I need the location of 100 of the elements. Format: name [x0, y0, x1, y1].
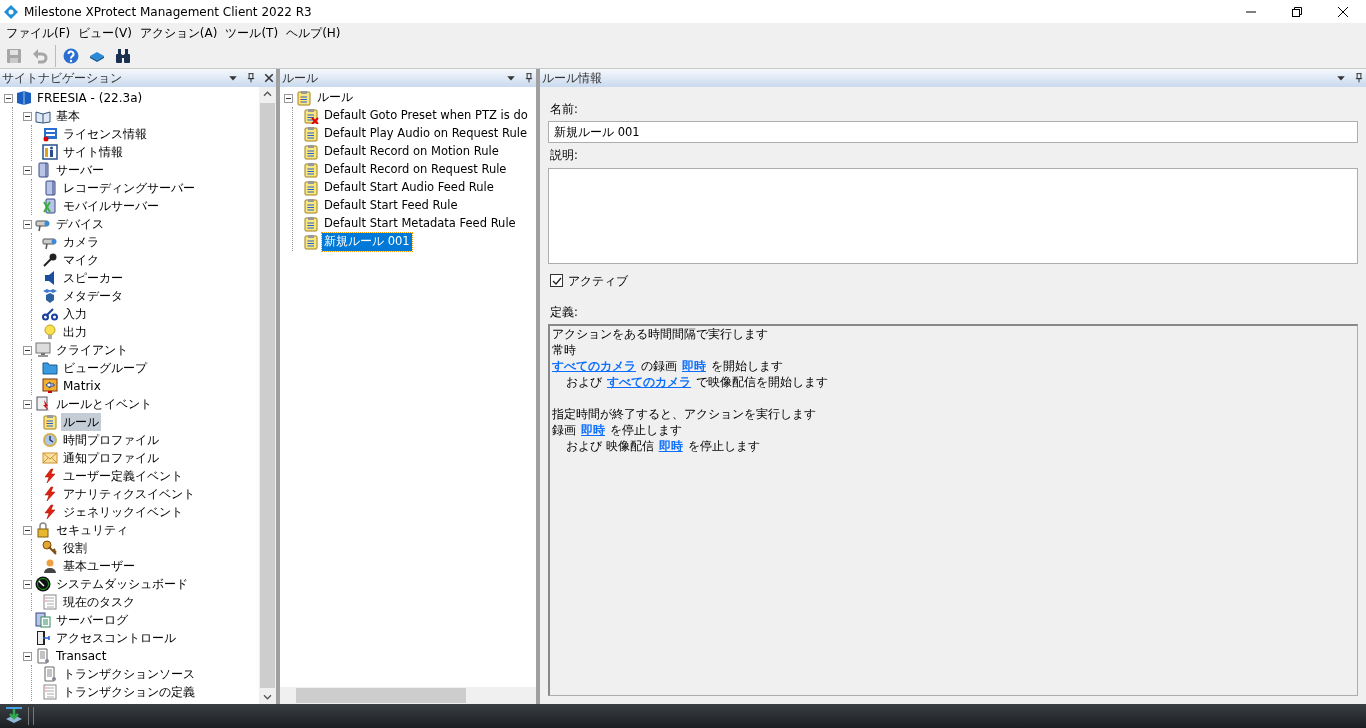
- definition-text: 指定時間が終了すると、アクションを実行します: [552, 406, 816, 424]
- tree-item[interactable]: Default Record on Request Rule: [322, 161, 509, 179]
- tree-item[interactable]: FREESIA - (22.3a): [35, 89, 145, 107]
- definition-link[interactable]: すべてのカメラ: [607, 374, 691, 392]
- tree-item[interactable]: トランザクションソース: [61, 665, 197, 683]
- folder-icon: [42, 360, 58, 376]
- app-logo-icon: [4, 4, 18, 19]
- pin-icon: [524, 73, 534, 83]
- restore-icon: [1292, 6, 1302, 17]
- tree-item[interactable]: Default Start Feed Rule: [322, 197, 460, 215]
- tree-item[interactable]: サーバー: [54, 161, 106, 179]
- info-icon: [42, 144, 58, 160]
- window-title: Milestone XProtect Management Client 2022 R3: [24, 3, 313, 21]
- tree-item[interactable]: Default Goto Preset when PTZ is do: [322, 107, 530, 125]
- tree-item[interactable]: Transact: [54, 647, 109, 665]
- tree-item[interactable]: 現在のタスク: [61, 593, 137, 611]
- collapse-toggle[interactable]: [23, 399, 32, 409]
- menu-item[interactable]: ビュー(V): [74, 24, 136, 42]
- mic-icon: [42, 252, 58, 268]
- tree-item[interactable]: デバイス: [54, 215, 106, 233]
- tree-item[interactable]: ユーザー定義イベント: [61, 467, 185, 485]
- tree-item[interactable]: Default Record on Motion Rule: [322, 143, 501, 161]
- collapse-toggle[interactable]: [23, 111, 32, 121]
- server-icon: [42, 180, 58, 196]
- horizontal-scrollbar[interactable]: [280, 687, 536, 704]
- menu-item[interactable]: アクション(A): [135, 24, 222, 42]
- tree-item[interactable]: レコーディングサーバー: [61, 179, 197, 197]
- panel-title: ルール情報: [542, 70, 603, 87]
- active-checkbox[interactable]: [550, 274, 563, 287]
- bulb-icon: [42, 324, 58, 340]
- bolt-icon: [42, 504, 58, 520]
- description-field[interactable]: [548, 167, 1358, 264]
- tree-item[interactable]: メタデータ: [61, 287, 125, 305]
- definition-link[interactable]: すべてのカメラ: [552, 358, 636, 376]
- collapse-toggle[interactable]: [23, 579, 32, 589]
- tree-item[interactable]: モバイルサーバー: [61, 197, 161, 215]
- collapse-toggle[interactable]: [23, 219, 32, 229]
- bolt-icon: [42, 486, 58, 502]
- metadata-icon: [42, 288, 58, 304]
- tree-item[interactable]: Matrix: [61, 377, 103, 395]
- monitor-icon: [35, 342, 51, 358]
- close-panel-button[interactable]: [262, 71, 276, 85]
- collapse-toggle[interactable]: [284, 93, 293, 103]
- definition-link[interactable]: 即時: [682, 358, 706, 376]
- tree-item[interactable]: サーバーログ: [54, 611, 130, 629]
- collapse-toggle[interactable]: [23, 525, 32, 535]
- list-icon: [42, 594, 58, 610]
- tree-item[interactable]: カメラ: [61, 233, 101, 251]
- tree-item[interactable]: 通知プロファイル: [61, 449, 161, 467]
- tree-item[interactable]: 新規ルール 001: [322, 233, 412, 251]
- definition-link[interactable]: 即時: [581, 422, 605, 440]
- definition-text: 録画: [552, 422, 576, 440]
- undo-icon: [32, 47, 48, 64]
- tree-item[interactable]: 役割: [61, 539, 89, 557]
- tree-item[interactable]: 時間プロファイル: [61, 431, 161, 449]
- gauge-icon: [35, 576, 51, 592]
- vertical-scrollbar[interactable]: [259, 87, 276, 704]
- dropdown-icon: [228, 73, 238, 83]
- menu-item[interactable]: ヘルプ(H): [282, 24, 345, 42]
- tree-item[interactable]: トランザクションの定義: [61, 683, 197, 701]
- definition-text: を開始します: [711, 358, 783, 376]
- tree-item[interactable]: Default Play Audio on Request Rule: [322, 125, 530, 143]
- field-label: 定義:: [550, 303, 579, 321]
- tree-item[interactable]: サイト情報: [61, 143, 125, 161]
- list-icon: [42, 684, 58, 700]
- tree-item[interactable]: ルールとイベント: [54, 395, 154, 413]
- tree-item[interactable]: ライセンス情報: [61, 125, 149, 143]
- tree-item[interactable]: 基本ユーザー: [61, 557, 137, 575]
- site-icon: [16, 90, 32, 106]
- input-icon: [42, 306, 58, 322]
- tree-item[interactable]: 入力: [61, 305, 89, 323]
- tree-item[interactable]: セキュリティ: [54, 521, 130, 539]
- collapse-toggle[interactable]: [23, 651, 32, 661]
- tree-item[interactable]: アクセスコントロール: [54, 629, 178, 647]
- tree-item[interactable]: マイク: [61, 251, 101, 269]
- name-field[interactable]: 新規ルール 001: [548, 121, 1358, 144]
- tree-item[interactable]: ルール: [61, 413, 101, 431]
- tree-item[interactable]: 出力: [61, 323, 89, 341]
- tree-item[interactable]: アナリティクスイベント: [61, 485, 197, 503]
- download-icon[interactable]: [4, 707, 24, 725]
- tree-item[interactable]: Default Start Metadata Feed Rule: [322, 215, 518, 233]
- definition-text: の録画: [641, 358, 677, 376]
- tree-item[interactable]: クライアント: [54, 341, 130, 359]
- key-icon: [42, 540, 58, 556]
- collapse-toggle[interactable]: [23, 345, 32, 355]
- tree-item[interactable]: システムダッシュボード: [54, 575, 190, 593]
- tree-item[interactable]: ジェネリックイベント: [61, 503, 185, 521]
- tree-item[interactable]: ルール: [315, 89, 355, 107]
- collapse-toggle[interactable]: [23, 165, 32, 175]
- tree-item[interactable]: スピーカー: [61, 269, 125, 287]
- user-icon: [42, 558, 58, 574]
- definition-text: アクションをある時間間隔で実行します: [552, 326, 768, 344]
- tree-item[interactable]: ビューグループ: [61, 359, 149, 377]
- collapse-toggle[interactable]: [4, 93, 13, 103]
- tree-item[interactable]: Default Start Audio Feed Rule: [322, 179, 496, 197]
- menu-item[interactable]: ツール(T): [221, 24, 283, 42]
- lock-icon: [35, 522, 51, 538]
- tree-item[interactable]: 基本: [54, 107, 82, 125]
- definition-link[interactable]: 即時: [658, 438, 683, 456]
- menu-item[interactable]: ファイル(F): [2, 24, 75, 42]
